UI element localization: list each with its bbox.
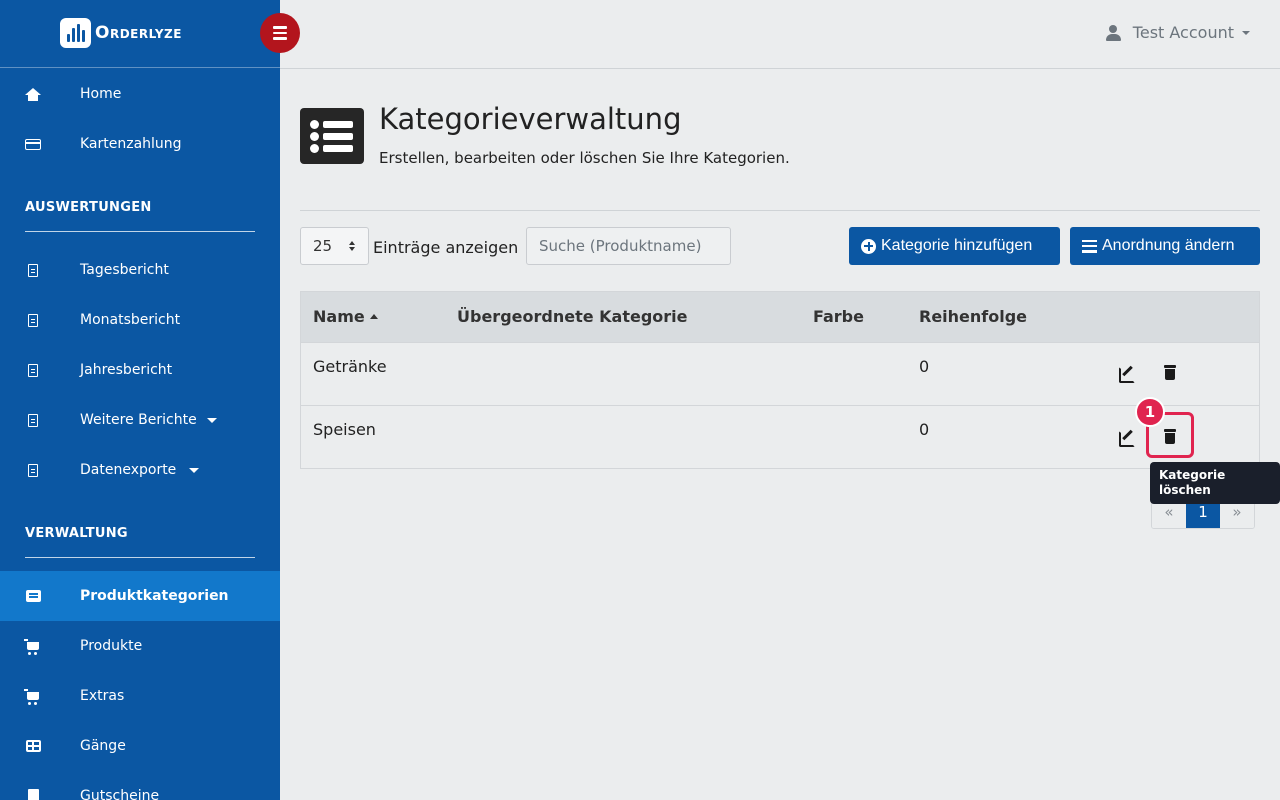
logo[interactable]: Orderlyze: [60, 18, 182, 48]
home-icon: [25, 86, 41, 102]
sidebar-item-gutscheine[interactable]: Gutscheine: [0, 771, 280, 800]
cell-order: 0: [919, 357, 930, 376]
table-row: Speisen 0: [301, 405, 1259, 468]
change-order-label: Anordnung ändern: [1102, 237, 1235, 254]
file-icon: [25, 462, 41, 478]
sidebar-item-kartenzahlung[interactable]: Kartenzahlung: [0, 119, 280, 169]
add-category-label: Kategorie hinzufügen: [881, 237, 1033, 254]
entries-label: Einträge anzeigen: [373, 238, 519, 257]
caret-down-icon: [1242, 30, 1250, 35]
brand-area: Orderlyze: [0, 0, 280, 68]
sidebar-item-produkte[interactable]: Produkte: [0, 621, 280, 671]
sidebar: Orderlyze Home Kartenzahlung AUSWERTUNGE…: [0, 0, 280, 800]
column-header-color[interactable]: Farbe: [813, 307, 864, 326]
file-icon: [25, 362, 41, 378]
sidebar-item-label: Gänge: [80, 738, 126, 754]
sort-asc-icon: [369, 314, 378, 319]
sidebar-item-monatsbericht[interactable]: Monatsbericht: [0, 295, 280, 345]
table-header: Name Übergeordnete Kategorie Farbe Reihe…: [301, 292, 1259, 342]
sidebar-item-label: Gutscheine: [80, 788, 160, 800]
sidebar-item-home[interactable]: Home: [0, 69, 280, 119]
credit-card-icon: [25, 136, 41, 152]
section-title-verwaltung: VERWALTUNG: [25, 526, 255, 558]
cell-order: 0: [919, 420, 930, 439]
list-alt-icon: [25, 588, 41, 604]
logo-mark-icon: [60, 18, 91, 48]
account-name: Test Account: [1132, 23, 1234, 42]
delete-tooltip: Kategorie löschen: [1150, 462, 1280, 504]
sidebar-item-extras[interactable]: Extras: [0, 671, 280, 721]
menu-toggle-button[interactable]: [260, 13, 300, 53]
sidebar-item-label: Extras: [80, 688, 125, 704]
sidebar-item-label: Produkte: [80, 638, 143, 654]
table-row: Getränke 0: [301, 342, 1259, 405]
step-badge: 1: [1135, 397, 1165, 427]
sidebar-item-label: Jahresbericht: [80, 362, 173, 378]
file-icon: [25, 412, 41, 428]
column-header-order[interactable]: Reihenfolge: [919, 307, 1027, 326]
sidebar-item-label: Datenexporte: [80, 462, 177, 478]
bars-icon: [1082, 239, 1097, 253]
sidebar-item-weitere-berichte[interactable]: Weitere Berichte: [0, 395, 280, 445]
cart-icon: [24, 638, 41, 655]
plus-circle-icon: [861, 238, 876, 254]
account-dropdown[interactable]: Test Account: [1105, 23, 1250, 42]
cell-name: Speisen: [313, 420, 376, 439]
user-icon: [1105, 24, 1121, 41]
sidebar-item-jahresbericht[interactable]: Jahresbericht: [0, 345, 280, 395]
file-icon: [25, 312, 41, 328]
chevron-down-icon: [189, 467, 199, 473]
section-title-auswertungen: AUSWERTUNGEN: [25, 200, 255, 232]
hamburger-icon: [273, 26, 287, 29]
sidebar-item-label: Kartenzahlung: [80, 136, 182, 152]
column-header-label: Name: [313, 307, 365, 326]
sidebar-item-tagesbericht[interactable]: Tagesbericht: [0, 245, 280, 295]
list-icon: [300, 108, 364, 164]
column-header-parent[interactable]: Übergeordnete Kategorie: [457, 307, 688, 326]
page-subtitle: Erstellen, bearbeiten oder löschen Sie I…: [379, 149, 790, 167]
column-header-name[interactable]: Name: [313, 307, 378, 326]
add-category-button[interactable]: Kategorie hinzufügen: [849, 227, 1060, 265]
sidebar-item-label: Home: [80, 86, 122, 102]
sidebar-item-label: Monatsbericht: [80, 312, 181, 328]
file-solid-icon: [25, 788, 41, 800]
change-order-button[interactable]: Anordnung ändern: [1070, 227, 1260, 265]
select-arrows-icon: [349, 241, 355, 251]
sidebar-item-datenexporte[interactable]: Datenexporte: [0, 445, 280, 495]
cell-name: Getränke: [313, 357, 387, 376]
category-table: Name Übergeordnete Kategorie Farbe Reihe…: [300, 291, 1260, 469]
brand-name: Orderlyze: [95, 23, 182, 43]
table-icon: [25, 738, 41, 754]
cart-plus-icon: [24, 688, 41, 705]
divider: [300, 210, 1260, 211]
topbar: Test Account: [280, 0, 1280, 69]
sidebar-item-label: Weitere Berichte: [80, 412, 197, 428]
file-icon: [25, 262, 41, 278]
sidebar-item-label: Tagesbericht: [80, 262, 169, 278]
page-title: Kategorieverwaltung: [379, 102, 682, 136]
chevron-down-icon: [207, 417, 217, 423]
page-size-select[interactable]: 25: [300, 227, 369, 265]
sidebar-item-label: Produktkategorien: [80, 588, 229, 604]
search-input[interactable]: [526, 227, 731, 265]
sidebar-item-produktkategorien[interactable]: Produktkategorien: [0, 571, 280, 621]
sidebar-item-gaenge[interactable]: Gänge: [0, 721, 280, 771]
page-size-value: 25: [313, 237, 333, 255]
